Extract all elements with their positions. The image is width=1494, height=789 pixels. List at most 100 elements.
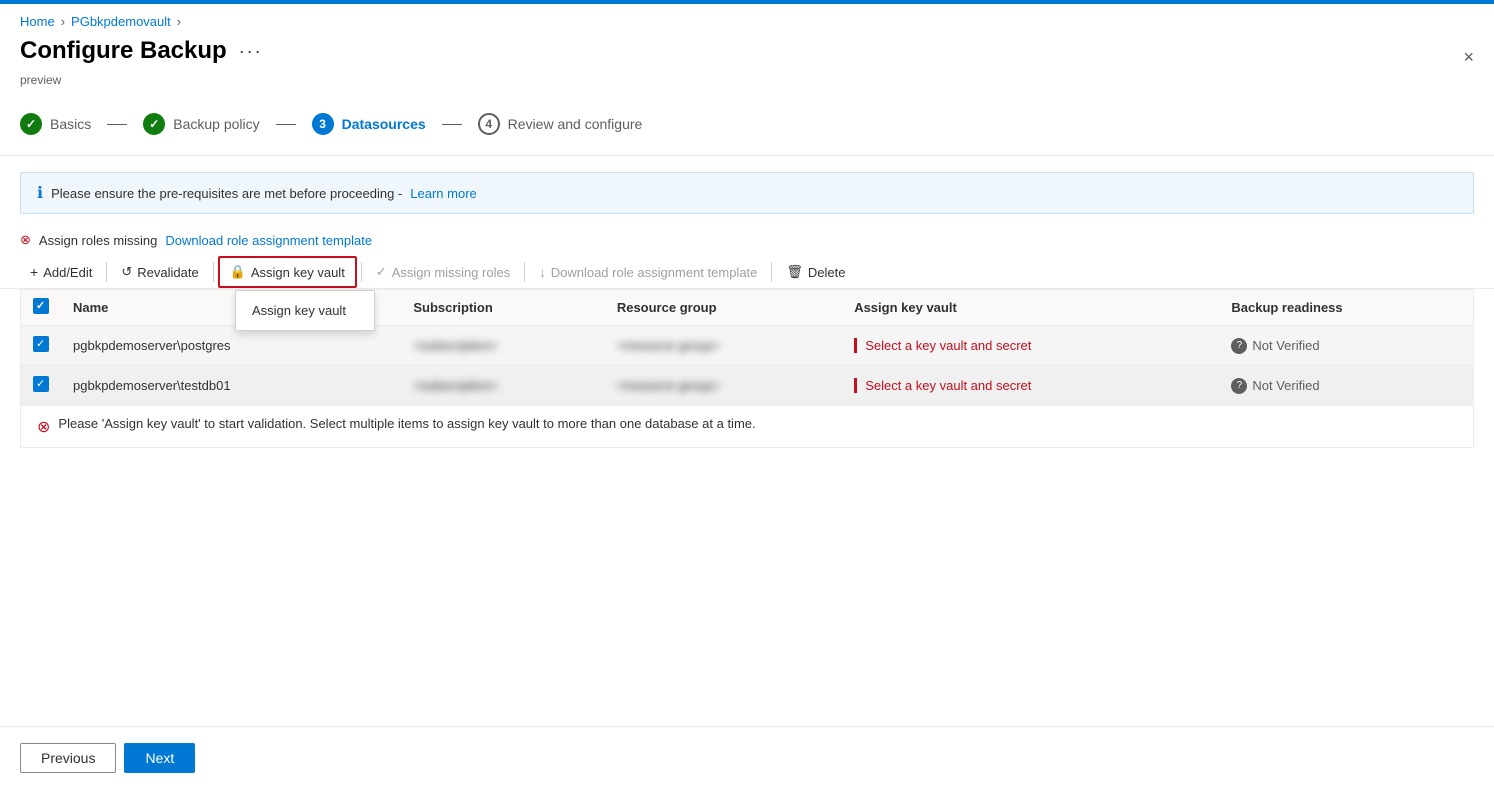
step-review-circle: 4 [478,113,500,135]
row2-rg-value: <resource group> [617,378,720,393]
step-basics[interactable]: ✓ Basics [20,109,107,139]
checkmark-icon: ✓ [376,264,387,280]
row2-checkbox[interactable] [33,376,49,392]
step-review-label: Review and configure [508,116,643,132]
revalidate-label: Revalidate [137,265,198,280]
next-button[interactable]: Next [124,743,195,773]
row1-rg-value: <resource group> [617,338,720,353]
info-icon: ℹ [37,183,43,203]
error-banner: ⊗ Please 'Assign key vault' to start val… [20,406,1474,448]
error-icon: ⊗ [37,417,50,437]
delete-button[interactable]: 🗑 Delete [776,258,855,286]
row2-readiness-status: ? Not Verified [1231,378,1461,394]
revalidate-button[interactable]: ↺ Revalidate [111,258,208,286]
table-row: pgbkpdemoserver\postgres <subscription> … [21,326,1473,366]
toolbar-divider-5 [771,262,772,282]
learn-more-link[interactable]: Learn more [410,186,476,201]
wizard-steps: ✓ Basics ✓ Backup policy 3 Datasources 4… [0,93,1494,156]
step-divider-3 [442,124,462,125]
toolbar-divider-3 [361,262,362,282]
assign-key-vault-button[interactable]: 🔒 Assign key vault [218,256,357,288]
col-assign-key-vault: Assign key vault [842,290,1219,326]
assign-missing-roles-button[interactable]: ✓ Assign missing roles [366,258,520,286]
row1-readiness-text: Not Verified [1252,338,1319,353]
step-basics-label: Basics [50,116,91,132]
previous-button[interactable]: Previous [20,743,116,773]
breadcrumb: Home › PGbkpdemovault › [0,4,1494,33]
row1-checkbox[interactable] [33,336,49,352]
step-review[interactable]: 4 Review and configure [478,109,659,139]
close-button[interactable]: × [1463,48,1474,66]
row2-key-vault: Select a key vault and secret [842,366,1219,406]
row2-subscription-value: <subscription> [413,378,498,393]
lock-icon: 🔒 [230,264,246,280]
col-resource-group: Resource group [605,290,842,326]
step-backup-policy-circle: ✓ [143,113,165,135]
add-edit-label: Add/Edit [43,265,92,280]
breadcrumb-home[interactable]: Home [20,14,55,29]
toolbar-divider-1 [106,262,107,282]
row1-key-vault: Select a key vault and secret [842,326,1219,366]
assign-missing-roles-label: Assign missing roles [392,265,511,280]
row1-checkbox-cell [21,326,61,366]
row2-checkbox-cell [21,366,61,406]
col-backup-readiness: Backup readiness [1219,290,1473,326]
dots-menu[interactable]: ··· [239,41,263,62]
download-template-label: Download role assignment template [551,265,758,280]
table-row: pgbkpdemoserver\testdb01 <subscription> … [21,366,1473,406]
dropdown-assign-key-vault[interactable]: Assign key vault [236,297,374,324]
download-role-template-link[interactable]: Download role assignment template [165,233,372,248]
trash-icon: 🗑 [786,264,803,280]
breadcrumb-sep1: › [61,14,65,29]
plus-icon: + [30,264,38,280]
breadcrumb-vault[interactable]: PGbkpdemovault [71,14,171,29]
question-icon-1: ? [1231,338,1247,354]
error-text: Please 'Assign key vault' to start valid… [58,416,755,431]
assign-key-vault-label: Assign key vault [251,265,345,280]
row1-subscription: <subscription> [401,326,605,366]
step-basics-circle: ✓ [20,113,42,135]
add-edit-button[interactable]: + Add/Edit [20,258,102,286]
step-divider-1 [107,124,127,125]
row2-name: pgbkpdemoserver\testdb01 [61,366,401,406]
row1-subscription-value: <subscription> [413,338,498,353]
info-banner: ℹ Please ensure the pre-requisites are m… [20,172,1474,214]
row1-key-vault-link[interactable]: Select a key vault and secret [854,338,1031,353]
breadcrumb-sep2: › [177,14,181,29]
page-container: Home › PGbkpdemovault › Configure Backup… [0,0,1494,789]
toolbar: + Add/Edit ↺ Revalidate 🔒 Assign key vau… [0,252,1494,289]
row1-readiness: ? Not Verified [1219,326,1473,366]
header: Configure Backup ··· [0,33,1494,73]
select-all-checkbox[interactable] [33,298,49,314]
col-subscription: Subscription [401,290,605,326]
row1-name: pgbkpdemoserver\postgres [61,326,401,366]
toolbar-divider-2 [213,262,214,282]
row2-key-vault-link[interactable]: Select a key vault and secret [854,378,1031,393]
row1-resource-group: <resource group> [605,326,842,366]
row2-readiness-text: Not Verified [1252,378,1319,393]
assign-key-vault-dropdown: Assign key vault [235,290,375,331]
step-datasources[interactable]: 3 Datasources [312,109,442,139]
delete-label: Delete [808,265,846,280]
row2-subscription: <subscription> [401,366,605,406]
download-icon: ↓ [539,265,546,280]
assign-roles-error-icon: ⊗ [20,232,31,248]
step-datasources-label: Datasources [342,116,426,132]
question-icon-2: ? [1231,378,1247,394]
row2-resource-group: <resource group> [605,366,842,406]
step-backup-policy-label: Backup policy [173,116,259,132]
revalidate-icon: ↺ [121,264,132,280]
step-divider-2 [276,124,296,125]
info-text: Please ensure the pre-requisites are met… [51,186,402,201]
page-title: Configure Backup [20,37,227,65]
assign-roles-missing-text: Assign roles missing [39,233,158,248]
bottom-navigation: Previous Next [0,726,1494,789]
download-template-button[interactable]: ↓ Download role assignment template [529,259,767,286]
row2-readiness: ? Not Verified [1219,366,1473,406]
col-checkbox [21,290,61,326]
toolbar-divider-4 [524,262,525,282]
page-subtitle: preview [0,73,1494,93]
step-datasources-circle: 3 [312,113,334,135]
step-backup-policy[interactable]: ✓ Backup policy [143,109,275,139]
assign-roles-bar: ⊗ Assign roles missing Download role ass… [0,226,1494,252]
